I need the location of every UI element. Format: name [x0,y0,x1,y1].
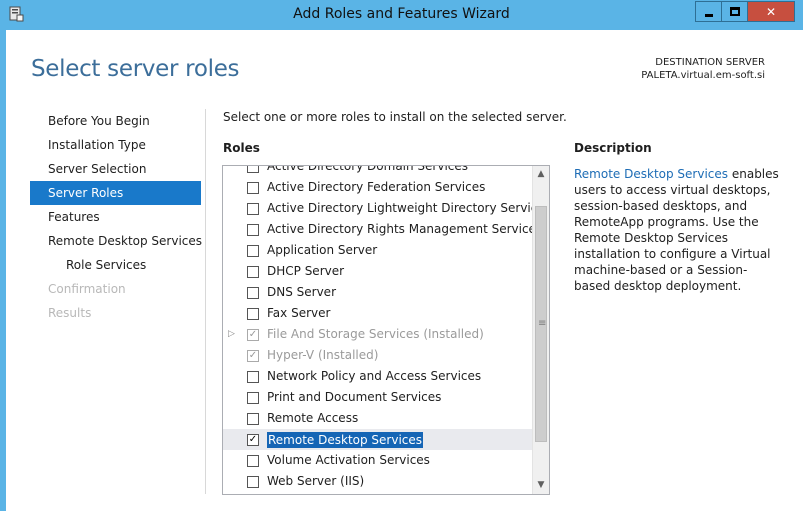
role-checkbox[interactable] [247,476,259,488]
nav-item-before-you-begin[interactable]: Before You Begin [30,109,201,133]
minimize-icon [704,14,713,17]
wizard-step-nav: Before You Begin Installation Type Server … [30,109,202,325]
role-label: DHCP Server [267,264,345,278]
role-item[interactable]: Active Directory Rights Management Servi… [223,219,542,240]
role-label: DNS Server [267,285,336,299]
nav-item-server-roles[interactable]: Server Roles [30,181,201,205]
role-checkbox: ✓ [247,350,259,362]
role-label: Print and Document Services [267,390,442,404]
page-title: Select server roles [31,56,240,82]
role-item[interactable]: Web Server (IIS) [223,471,534,492]
role-item[interactable]: Volume Activation Services [223,450,534,471]
role-checkbox[interactable] [247,392,259,404]
role-item[interactable]: Fax Server [223,303,534,324]
nav-item-installation-type[interactable]: Installation Type [30,133,201,157]
role-checkbox[interactable] [247,166,259,173]
role-item[interactable]: DHCP Server [223,261,534,282]
role-description: Remote Desktop Services enables users to… [574,166,779,294]
scroll-grip-icon: ≡ [538,318,547,329]
description-heading: Description [574,141,652,155]
role-checkbox[interactable] [247,224,259,236]
role-label: Network Policy and Access Services [267,369,482,383]
title-bar[interactable]: Add Roles and Features Wizard ✕ [0,0,803,30]
scroll-thumb[interactable]: ≡ [535,206,547,442]
minimize-button[interactable] [695,1,721,22]
role-label: Remote Desktop Services [267,432,424,448]
nav-item-role-services[interactable]: Role Services [30,253,201,277]
close-button[interactable]: ✕ [747,1,795,22]
role-item[interactable]: DNS Server [223,282,534,303]
nav-item-features[interactable]: Features [30,205,201,229]
role-label: Application Server [267,243,378,257]
close-icon: ✕ [765,4,777,19]
roles-list: Active Directory Domain Services Active D… [223,165,549,492]
role-label: Hyper-V (Installed) [267,348,379,362]
role-label: Active Directory Domain Services [267,165,469,173]
maximize-icon [729,7,740,16]
window-title: Add Roles and Features Wizard [293,6,510,22]
role-item: ▷ ✓ File And Storage Services (Installed) [223,324,534,345]
nav-divider [205,109,206,494]
role-label: Web Server (IIS) [267,474,365,488]
role-checkbox[interactable] [247,287,259,299]
destination-label: DESTINATION SERVER [655,57,765,68]
roles-scrollbar[interactable]: ▲ ≡ ▼ [532,166,549,494]
role-item[interactable]: Active Directory Lightweight Directory S… [223,198,549,219]
roles-heading: Roles [223,141,260,155]
roles-tree-list[interactable]: Active Directory Domain Services Active D… [222,165,550,495]
role-item[interactable]: Remote Access [223,408,534,429]
role-item[interactable]: Print and Document Services [223,387,534,408]
role-item[interactable]: Active Directory Federation Services [223,177,534,198]
nav-item-remote-desktop-services[interactable]: Remote Desktop Services [30,229,202,253]
destination-server-name: PALETA.virtual.em-soft.si [641,70,765,81]
nav-item-results: Results [48,306,92,320]
role-label: Active Directory Lightweight Directory S… [267,201,550,215]
role-checkbox[interactable] [247,308,259,320]
scroll-up-button[interactable]: ▲ [533,166,549,183]
nav-item-confirmation: Confirmation [48,282,126,296]
role-label: File And Storage Services (Installed) [267,327,484,341]
role-checkbox[interactable] [247,203,259,215]
role-checkbox[interactable] [247,455,259,467]
nav-item-server-selection[interactable]: Server Selection [30,157,201,181]
instruction-text: Select one or more roles to install on t… [223,110,567,124]
scroll-down-button[interactable]: ▼ [533,477,549,494]
role-item: ✓ Hyper-V (Installed) [223,345,534,366]
role-checkbox[interactable]: ✓ [247,434,259,446]
role-item[interactable]: ✓ Remote Desktop Services [223,429,534,450]
role-item[interactable]: Network Policy and Access Services [223,366,534,387]
role-item[interactable]: Application Server [223,240,534,261]
role-label: Remote Access [267,411,359,425]
description-link[interactable]: Remote Desktop Services [574,167,728,181]
maximize-button[interactable] [721,1,747,22]
role-checkbox[interactable] [247,245,259,257]
role-checkbox: ✓ [247,329,259,341]
description-body: enables users to access virtual desktops… [574,167,779,293]
role-checkbox[interactable] [247,413,259,425]
role-checkbox[interactable] [247,266,259,278]
role-checkbox[interactable] [247,371,259,383]
role-checkbox[interactable] [247,182,259,194]
role-item[interactable]: Active Directory Domain Services [223,165,534,177]
role-label: Active Directory Rights Management Servi… [267,222,543,236]
expand-arrow-icon[interactable]: ▷ [228,324,238,345]
destination-server-info: DESTINATION SERVER PALETA.virtual.em-sof… [641,56,765,82]
role-label: Volume Activation Services [267,453,430,467]
role-label: Active Directory Federation Services [267,180,486,194]
role-label: Fax Server [267,306,331,320]
